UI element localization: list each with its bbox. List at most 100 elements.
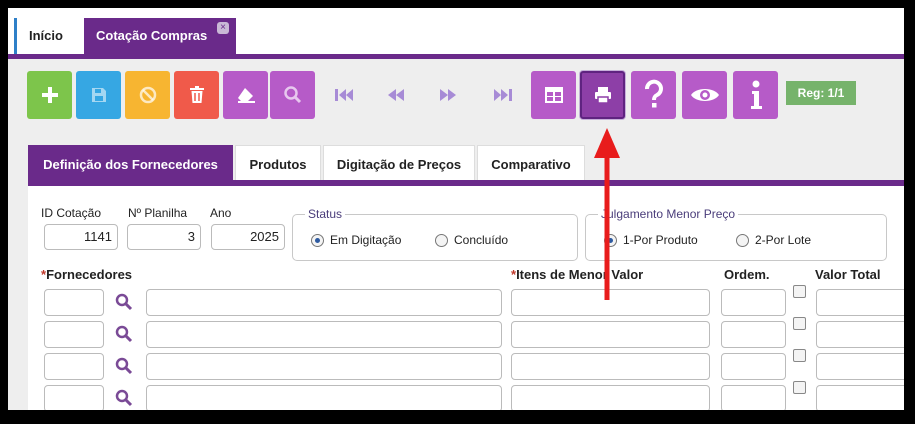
info-button[interactable]: [733, 71, 778, 119]
codigo-fornecedor-field[interactable]: [44, 289, 104, 316]
fornecedores-header-label: Fornecedores: [46, 267, 133, 282]
itens-header-label: Itens de Menor Valor: [516, 267, 644, 282]
info-icon: [750, 80, 762, 109]
julgamento-group: Julgamento Menor Preço 1-Por Produto 2-P…: [585, 207, 887, 261]
julgamento-por-lote-radio[interactable]: 2-Por Lote: [736, 233, 811, 247]
trash-icon: [189, 86, 204, 103]
fast-forward-icon: [440, 89, 456, 101]
select-checkbox[interactable]: [793, 381, 806, 394]
search-icon: [115, 389, 133, 407]
item-menor-valor-field[interactable]: [511, 289, 710, 316]
valor-total-header: Valor Total: [815, 267, 881, 282]
print-button[interactable]: [580, 71, 625, 119]
skip-first-icon: [335, 89, 353, 101]
app-window: Início Cotação Compras × Reg: 1/1 Defini…: [8, 8, 904, 410]
printer-icon: [594, 87, 611, 104]
ordem-field[interactable]: [721, 289, 786, 316]
table-icon: [544, 87, 563, 103]
view-button[interactable]: [682, 71, 727, 119]
ban-icon: [139, 86, 156, 104]
planilha-label: Nº Planilha: [128, 206, 188, 220]
next-record-button[interactable]: [433, 83, 463, 107]
last-record-button[interactable]: [488, 83, 518, 107]
previous-record-button[interactable]: [381, 83, 411, 107]
valor-total-field[interactable]: [816, 289, 904, 316]
save-button[interactable]: [76, 71, 121, 119]
rewind-icon: [388, 89, 404, 101]
top-tab-bar: Início Cotação Compras ×: [8, 8, 904, 54]
record-counter-badge: Reg: 1/1: [786, 81, 856, 105]
tab-comparativo[interactable]: Comparativo: [477, 145, 585, 183]
valor-total-field[interactable]: [816, 353, 904, 380]
itens-header: *Itens de Menor Valor: [511, 267, 643, 282]
grid-button[interactable]: [531, 71, 576, 119]
ordem-header: Ordem.: [724, 267, 770, 282]
codigo-fornecedor-field[interactable]: [44, 321, 104, 348]
help-button[interactable]: [631, 71, 676, 119]
select-checkbox[interactable]: [793, 285, 806, 298]
tab-definicao-fornecedores[interactable]: Definição dos Fornecedores: [28, 145, 233, 183]
radio-unchecked-icon: [736, 233, 749, 247]
close-tab-icon[interactable]: ×: [217, 22, 229, 34]
ano-field[interactable]: 2025: [211, 224, 285, 250]
planilha-field[interactable]: 3: [127, 224, 201, 250]
status-title: Status: [305, 207, 346, 221]
first-record-button[interactable]: [329, 83, 359, 107]
search-icon: [115, 325, 133, 343]
select-checkbox[interactable]: [793, 317, 806, 330]
status-em-digitacao-radio[interactable]: Em Digitação: [311, 233, 401, 247]
item-menor-valor-field[interactable]: [511, 321, 710, 348]
status-option-label: Concluído: [454, 233, 509, 247]
ordem-field[interactable]: [721, 385, 786, 410]
delete-button[interactable]: [174, 71, 219, 119]
floppy-icon: [91, 88, 106, 102]
status-group: Status Em Digitação Concluído: [292, 207, 578, 261]
search-fornecedor-button[interactable]: [111, 321, 137, 347]
search-icon: [283, 86, 301, 104]
skip-last-icon: [494, 89, 512, 101]
search-icon: [115, 293, 133, 311]
item-menor-valor-field[interactable]: [511, 353, 710, 380]
valor-total-field[interactable]: [816, 385, 904, 410]
search-fornecedor-button[interactable]: [111, 353, 137, 379]
codigo-fornecedor-field[interactable]: [44, 353, 104, 380]
julgamento-por-produto-radio[interactable]: 1-Por Produto: [604, 233, 698, 247]
search-fornecedor-button[interactable]: [111, 289, 137, 315]
radio-checked-icon: [604, 233, 617, 247]
search-icon: [115, 357, 133, 375]
select-checkbox[interactable]: [793, 349, 806, 362]
julgamento-title: Julgamento Menor Preço: [598, 207, 739, 221]
tab-inicio[interactable]: Início: [14, 18, 75, 54]
radio-unchecked-icon: [435, 233, 448, 247]
julgamento-option-label: 2-Por Lote: [755, 233, 812, 247]
id-cotacao-field[interactable]: 1141: [44, 224, 118, 250]
tab-produtos[interactable]: Produtos: [235, 145, 321, 183]
ano-label: Ano: [210, 206, 232, 220]
status-concluido-radio[interactable]: Concluído: [435, 233, 508, 247]
julgamento-option-label: 1-Por Produto: [623, 233, 698, 247]
add-button[interactable]: [27, 71, 72, 119]
radio-checked-icon: [311, 233, 324, 247]
tab-underline: [8, 54, 904, 59]
valor-total-field[interactable]: [816, 321, 904, 348]
cancel-button[interactable]: [125, 71, 170, 119]
nome-fornecedor-field[interactable]: [146, 321, 502, 348]
ordem-field[interactable]: [721, 321, 786, 348]
item-menor-valor-field[interactable]: [511, 385, 710, 410]
tab-cotacao-compras[interactable]: Cotação Compras: [84, 18, 236, 54]
ordem-field[interactable]: [721, 353, 786, 380]
question-icon: [644, 79, 663, 108]
erase-button[interactable]: [223, 71, 268, 119]
plus-icon: [41, 87, 58, 103]
form-panel: ID Cotação 1141 Nº Planilha 3 Ano 2025 S…: [28, 186, 904, 410]
codigo-fornecedor-field[interactable]: [44, 385, 104, 410]
id-cotacao-label: ID Cotação: [41, 206, 102, 220]
nome-fornecedor-field[interactable]: [146, 353, 502, 380]
nome-fornecedor-field[interactable]: [146, 289, 502, 316]
status-option-label: Em Digitação: [330, 233, 402, 247]
nome-fornecedor-field[interactable]: [146, 385, 502, 410]
eraser-icon: [237, 88, 255, 103]
tab-digitacao-precos[interactable]: Digitação de Preços: [323, 145, 475, 183]
search-button[interactable]: [270, 71, 315, 119]
search-fornecedor-button[interactable]: [111, 385, 137, 410]
